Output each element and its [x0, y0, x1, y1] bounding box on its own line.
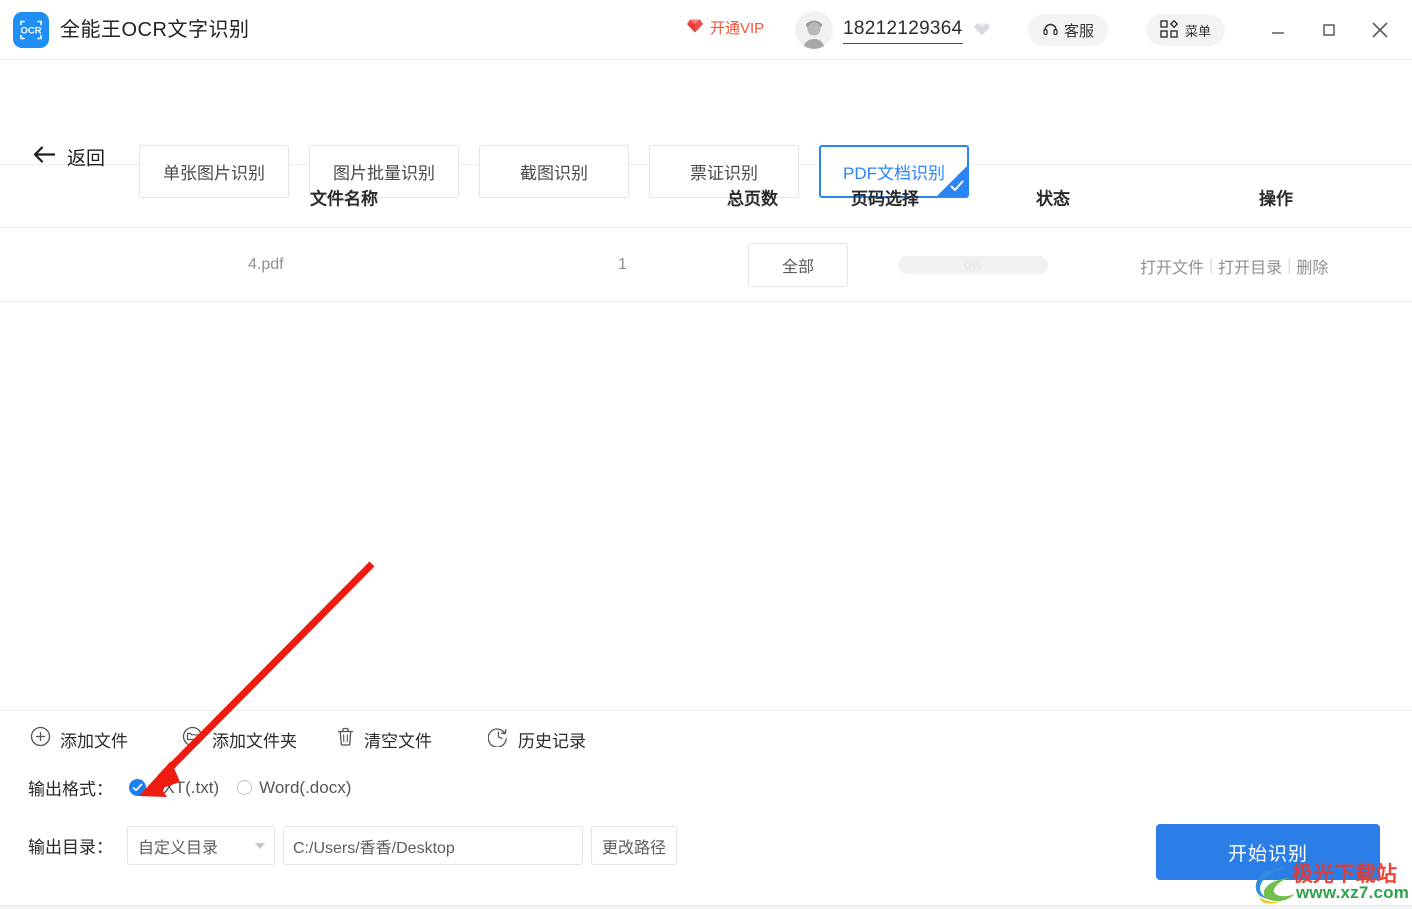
column-header-operation: 操作	[1259, 189, 1293, 209]
menu-label: 菜单	[1185, 23, 1212, 39]
cell-filename: 4.pdf	[248, 256, 284, 273]
bottom-toolbar: 添加文件 添加文件夹 清空文件 历史记录	[0, 722, 1412, 756]
page-select-button[interactable]: 全部	[748, 243, 848, 287]
history-button[interactable]: 历史记录	[487, 722, 586, 756]
open-directory-action[interactable]: 打开目录	[1218, 254, 1282, 278]
column-header-status: 状态	[1036, 189, 1070, 209]
column-header-total-pages: 总页数	[727, 189, 778, 209]
gem-icon	[686, 18, 704, 38]
action-separator: |	[1287, 257, 1292, 274]
cell-total-pages: 1	[618, 256, 627, 273]
change-path-button[interactable]: 更改路径	[591, 826, 677, 865]
account-phone[interactable]: 18212129364	[843, 17, 963, 44]
output-format-label: 输出格式：	[28, 780, 113, 799]
window-bottom-edge	[0, 905, 1412, 909]
add-folder-label: 添加文件夹	[212, 731, 297, 751]
clear-files-button[interactable]: 清空文件	[336, 722, 432, 756]
open-vip-label: 开通VIP	[710, 20, 765, 37]
customer-support-button[interactable]: 客服	[1028, 14, 1109, 46]
maximize-button[interactable]	[1313, 14, 1345, 46]
output-directory-row: 输出目录： 自定义目录 C:/Users/香香/Desktop 更改路径	[28, 826, 677, 865]
trash-icon	[336, 726, 355, 752]
progress-percent: 0%	[964, 258, 982, 272]
format-option-word[interactable]: Word(.docx)	[237, 778, 351, 798]
app-title: 全能王OCR文字识别	[60, 19, 250, 41]
radio-checked-icon	[129, 779, 146, 796]
bottom-divider	[0, 710, 1412, 711]
format-option-word-label: Word(.docx)	[259, 777, 352, 797]
output-directory-label: 输出目录：	[28, 838, 113, 857]
account-area[interactable]: 18212129364	[795, 11, 991, 49]
page-select-label: 全部	[781, 259, 814, 276]
title-bar: OCR 全能王OCR文字识别 开通VIP 18212129364 客服 菜单	[0, 0, 1412, 60]
svg-text:OCR: OCR	[20, 26, 41, 37]
change-path-label: 更改路径	[601, 839, 666, 857]
close-button[interactable]	[1364, 14, 1396, 46]
radio-unchecked-icon	[237, 780, 253, 795]
start-recognition-label: 开始识别	[1227, 843, 1308, 865]
ocr-app-window: OCR 全能王OCR文字识别 开通VIP 18212129364 客服 菜单 返…	[0, 0, 1412, 909]
column-header-page-select: 页码选择	[851, 189, 919, 209]
add-file-button[interactable]: 添加文件	[30, 722, 128, 756]
open-vip-button[interactable]: 开通VIP	[686, 17, 764, 38]
plus-circle-icon	[30, 726, 51, 752]
watermark-site-url: www.xz7.com	[1296, 883, 1410, 902]
headset-icon	[1042, 20, 1059, 41]
directory-mode-select[interactable]: 自定义目录	[127, 826, 275, 865]
grid-menu-icon	[1160, 19, 1179, 41]
output-path-value: C:/Users/香香/Desktop	[293, 839, 455, 857]
customer-support-label: 客服	[1064, 22, 1095, 40]
app-logo-icon: OCR	[13, 12, 49, 48]
chevron-down-icon	[255, 842, 265, 849]
add-file-label: 添加文件	[60, 731, 128, 751]
row-actions: 打开文件 | 打开目录 | 删除	[1140, 254, 1328, 278]
column-header-filename: 文件名称	[310, 189, 378, 209]
status-progress-bar: 0%	[898, 256, 1048, 274]
clear-files-label: 清空文件	[364, 731, 432, 751]
output-format-row: 输出格式： TXT(.txt) Word(.docx)	[28, 775, 351, 800]
open-file-action[interactable]: 打开文件	[1140, 254, 1204, 278]
directory-mode-value: 自定义目录	[138, 839, 219, 857]
output-path-input[interactable]: C:/Users/香香/Desktop	[283, 826, 583, 865]
add-folder-button[interactable]: 添加文件夹	[182, 722, 297, 756]
minimize-button[interactable]	[1262, 14, 1294, 46]
action-separator: |	[1209, 257, 1214, 274]
history-label: 历史记录	[518, 731, 586, 751]
history-clock-icon	[487, 726, 509, 752]
delete-action[interactable]: 删除	[1296, 254, 1328, 278]
nav-row: 返回 单张图片识别 图片批量识别 截图识别 票证识别 PDF文档识别	[0, 60, 1412, 198]
folder-plus-circle-icon	[182, 726, 203, 752]
menu-button[interactable]: 菜单	[1146, 14, 1226, 46]
start-recognition-button[interactable]: 开始识别	[1156, 824, 1380, 880]
vip-badge-icon	[973, 22, 991, 42]
format-option-txt[interactable]: TXT(.txt)	[129, 778, 219, 798]
format-option-txt-label: TXT(.txt)	[153, 777, 220, 797]
file-table-header: 文件名称 总页数 页码选择 状态 操作	[0, 166, 1412, 228]
avatar	[795, 11, 833, 49]
